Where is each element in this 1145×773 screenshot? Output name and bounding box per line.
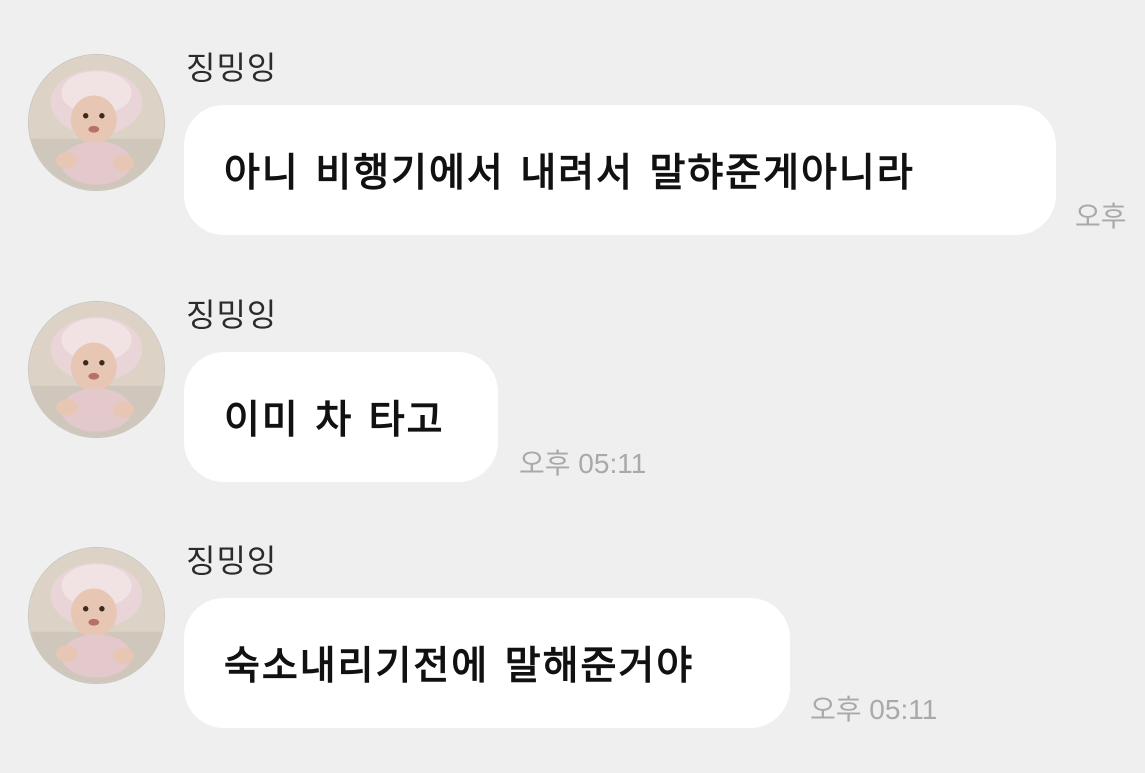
message-group-2: 징밍잉 이미 차 타고 오후 05:11	[0, 297, 1145, 497]
message-bubble[interactable]: 이미 차 타고	[184, 352, 498, 482]
sender-avatar[interactable]	[28, 54, 165, 191]
sender-name: 징밍잉	[186, 296, 278, 334]
sender-avatar[interactable]	[28, 547, 165, 684]
message-timestamp: 오후 05:11	[810, 694, 938, 725]
avatar-photo-icon	[29, 302, 164, 437]
message-timestamp: 오후	[1075, 201, 1127, 232]
message-text: 숙소내리기전에 말해준거야	[224, 644, 695, 689]
message-text: 이미 차 타고	[224, 398, 445, 443]
message-timestamp: 오후 05:11	[519, 448, 647, 479]
message-bubble[interactable]: 아니 비행기에서 내려서 말햐준게아니라	[184, 105, 1056, 235]
sender-name: 징밍잉	[186, 542, 278, 580]
avatar-photo-icon	[29, 55, 164, 190]
message-bubble[interactable]: 숙소내리기전에 말해준거야	[184, 598, 790, 728]
avatar-photo-icon	[29, 548, 164, 683]
message-text: 아니 비행기에서 내려서 말햐준게아니라	[224, 151, 915, 196]
message-group-1: 징밍잉 아니 비행기에서 내려서 말햐준게아니라 오후	[0, 50, 1145, 250]
message-group-3: 징밍잉 숙소내리기전에 말해준거야 오후 05:11	[0, 543, 1145, 743]
sender-avatar[interactable]	[28, 301, 165, 438]
sender-name: 징밍잉	[186, 49, 278, 87]
